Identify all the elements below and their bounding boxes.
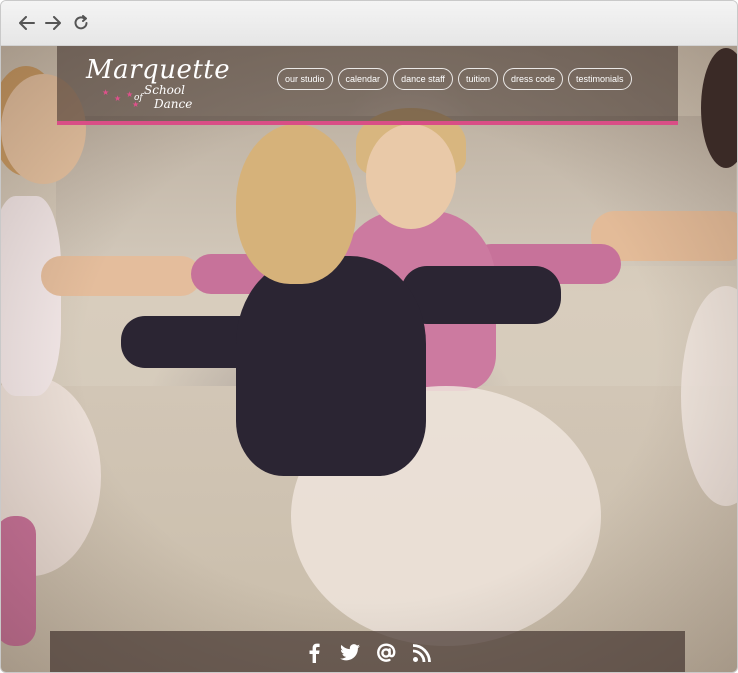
site-logo[interactable]: Marquette School of Dance ★ ★ ★ ★ [86, 53, 230, 113]
nav-testimonials[interactable]: testimonials [568, 68, 632, 90]
star-icon: ★ [102, 88, 110, 97]
main-nav: our studio calendar dance staff tuition … [277, 68, 632, 90]
email-icon [376, 643, 395, 662]
nav-dance-staff[interactable]: dance staff [393, 68, 453, 90]
star-icon: ★ [126, 90, 134, 99]
star-icon: ★ [132, 100, 140, 109]
rss-link[interactable] [411, 642, 433, 664]
reload-icon [74, 15, 88, 30]
photo-vignette [1, 46, 737, 672]
facebook-link[interactable] [303, 642, 325, 664]
browser-window: Marquette School of Dance ★ ★ ★ ★ our st… [0, 0, 738, 673]
nav-calendar[interactable]: calendar [337, 68, 389, 90]
arrow-left-icon [19, 16, 35, 30]
nav-dress-code[interactable]: dress code [502, 68, 563, 90]
facebook-icon [309, 643, 320, 663]
rss-icon [412, 643, 431, 662]
forward-button[interactable] [43, 13, 63, 33]
social-footer [50, 631, 685, 672]
arrow-right-icon [45, 16, 61, 30]
logo-title: Marquette [86, 55, 231, 85]
hero-photo [1, 46, 737, 672]
twitter-icon [339, 644, 360, 661]
back-button[interactable] [17, 13, 37, 33]
nav-our-studio[interactable]: our studio [277, 68, 333, 90]
nav-tuition[interactable]: tuition [457, 68, 498, 90]
browser-toolbar [1, 1, 737, 46]
star-icon: ★ [114, 94, 122, 103]
logo-line-school: School [144, 83, 185, 97]
reload-button[interactable] [71, 13, 91, 33]
twitter-link[interactable] [339, 642, 361, 664]
email-link[interactable] [375, 642, 397, 664]
logo-line-dance: Dance [154, 97, 193, 111]
